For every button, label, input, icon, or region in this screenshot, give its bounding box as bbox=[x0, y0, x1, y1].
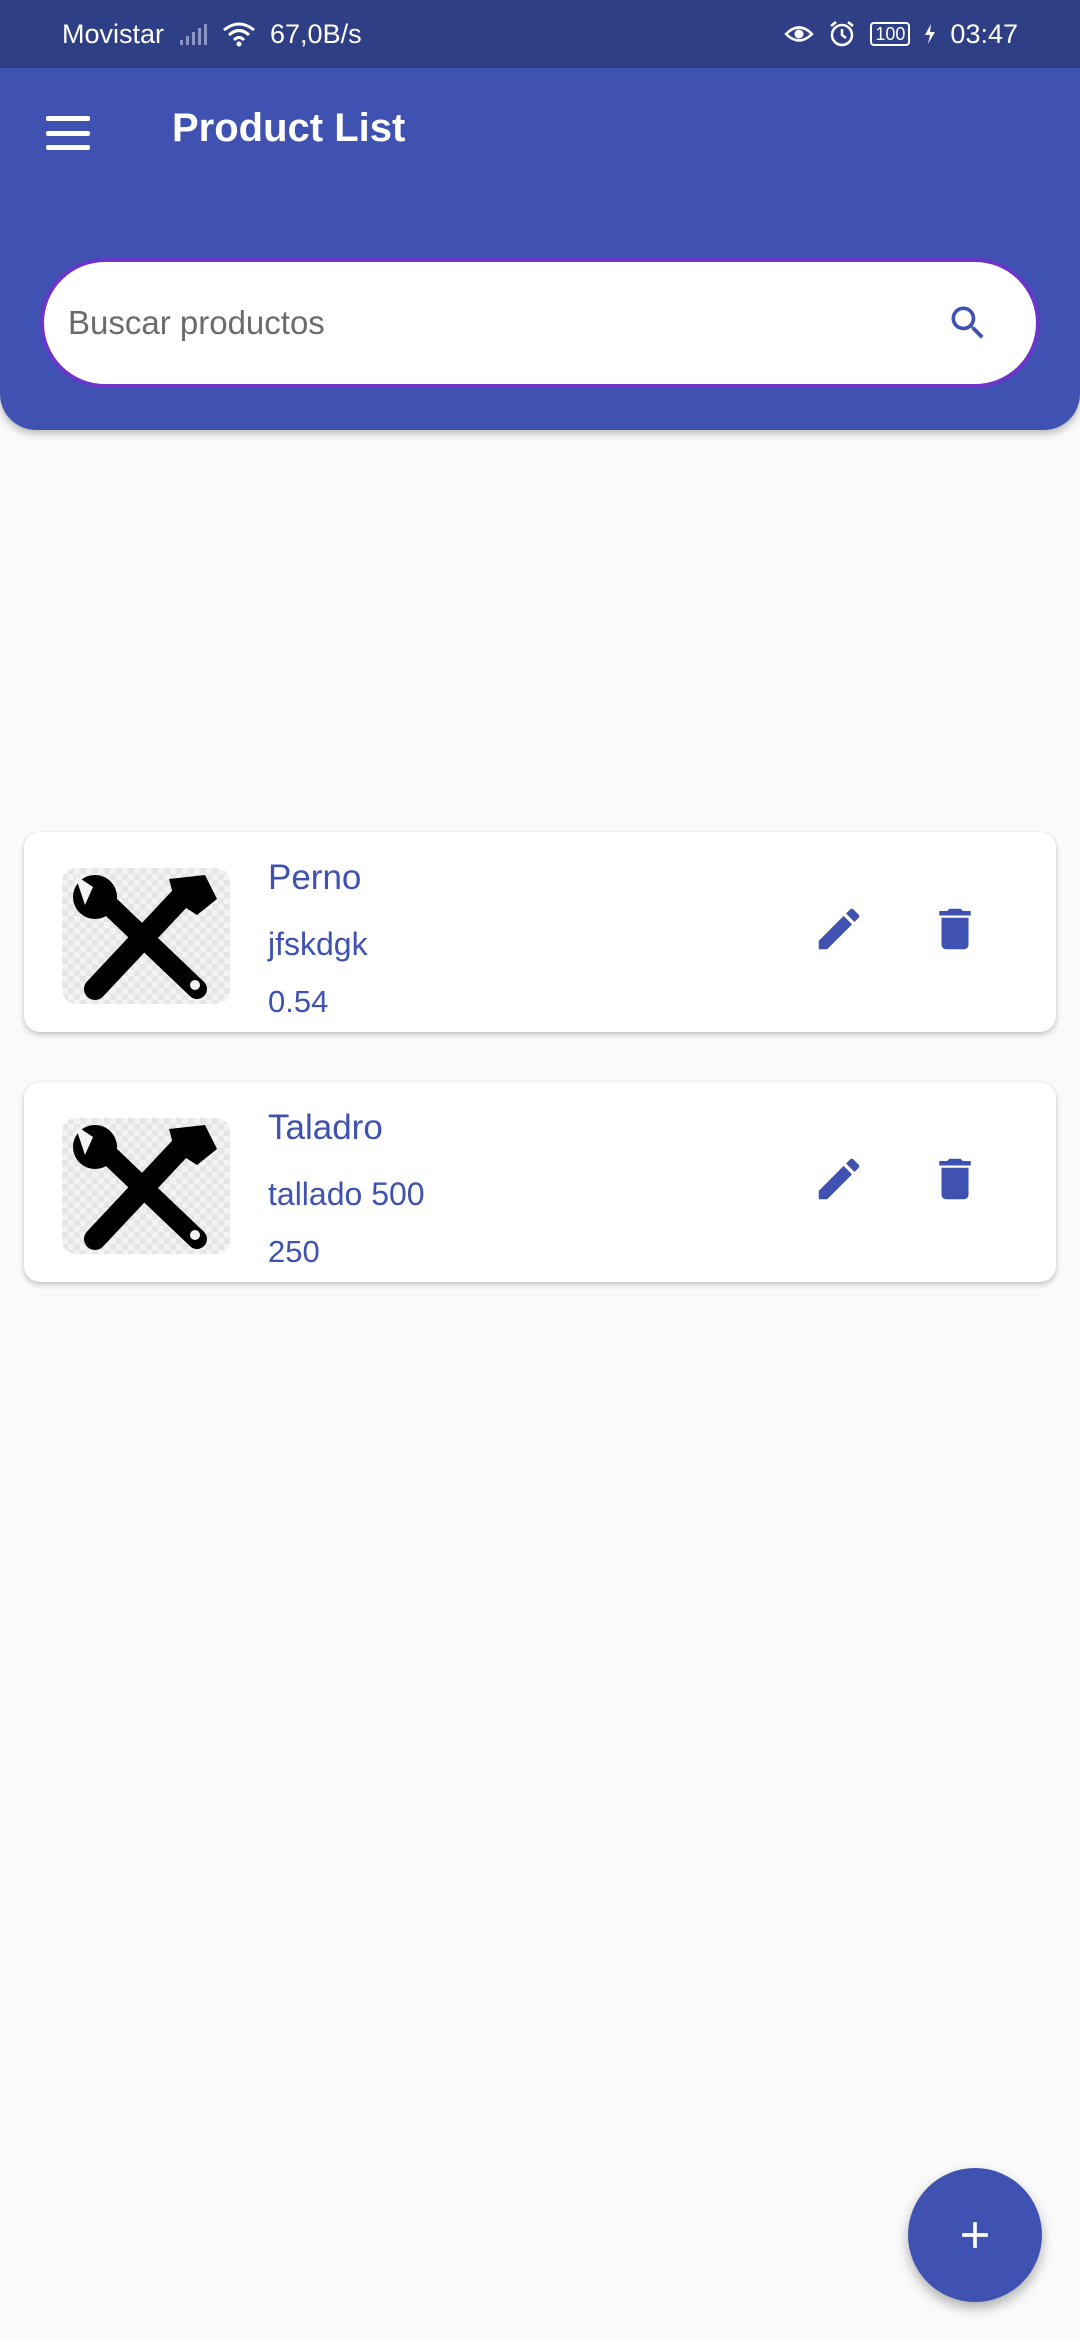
eye-comfort-icon bbox=[784, 23, 815, 45]
wifi-icon bbox=[222, 21, 256, 47]
plus-icon bbox=[962, 2222, 988, 2248]
carrier-label: Movistar bbox=[62, 18, 165, 49]
app-header: Product List bbox=[0, 68, 1080, 430]
delete-icon[interactable] bbox=[920, 1144, 990, 1214]
product-name: Taladro bbox=[268, 1108, 383, 1147]
delete-icon[interactable] bbox=[920, 894, 990, 964]
search-icon[interactable] bbox=[940, 295, 996, 351]
search-input[interactable] bbox=[68, 304, 940, 342]
battery-indicator: 100 bbox=[870, 22, 911, 46]
product-description: tallado 500 bbox=[268, 1176, 425, 1212]
status-bar-left: Movistar 67,0B/s bbox=[62, 19, 362, 50]
charging-icon bbox=[924, 23, 936, 45]
product-price: 250 bbox=[268, 1234, 320, 1269]
page-title: Product List bbox=[172, 106, 406, 150]
tools-icon bbox=[73, 1125, 217, 1250]
edit-icon[interactable] bbox=[804, 1144, 874, 1214]
status-bar: Movistar 67,0B/s 100 03:47 bbox=[0, 0, 1080, 68]
product-card[interactable]: Taladro tallado 500 250 bbox=[24, 1082, 1056, 1282]
tools-icon bbox=[73, 875, 217, 1000]
product-description: jfskdgk bbox=[268, 926, 368, 962]
product-name: Perno bbox=[268, 858, 362, 897]
clock: 03:47 bbox=[950, 18, 1018, 49]
product-price: 0.54 bbox=[268, 984, 329, 1019]
alarm-icon bbox=[828, 20, 856, 48]
search-bar bbox=[40, 258, 1040, 388]
product-image bbox=[62, 1118, 230, 1254]
product-image bbox=[62, 868, 230, 1004]
edit-icon[interactable] bbox=[804, 894, 874, 964]
hamburger-menu-icon[interactable] bbox=[40, 108, 96, 158]
status-bar-right: 100 03:47 bbox=[784, 19, 1018, 50]
product-card[interactable]: Perno jfskdgk 0.54 bbox=[24, 832, 1056, 1032]
add-product-button[interactable] bbox=[908, 2168, 1042, 2302]
signal-icon bbox=[178, 22, 208, 46]
network-speed: 67,0B/s bbox=[270, 18, 362, 49]
